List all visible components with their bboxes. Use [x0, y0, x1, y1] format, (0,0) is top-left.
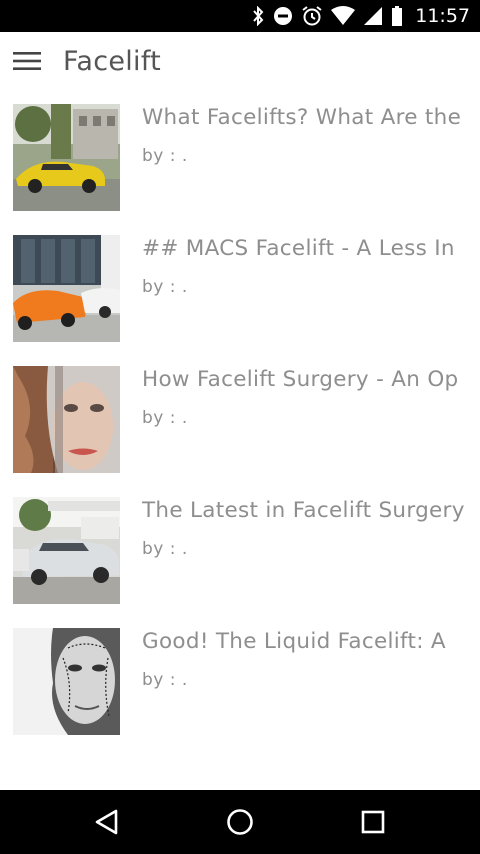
alarm-icon — [301, 5, 323, 27]
page-title: Facelift — [63, 45, 162, 77]
wifi-icon — [331, 6, 356, 26]
system-nav-bar — [0, 790, 480, 854]
list-item[interactable]: What Facelifts? What Are the by : . — [0, 90, 480, 221]
list-item[interactable]: Good! The Liquid Facelift: A by : . — [0, 614, 480, 745]
status-time: 11:57 — [415, 5, 470, 27]
article-title: The Latest in Facelift Surgery — [142, 498, 465, 523]
article-byline: by : . — [142, 277, 188, 297]
article-thumbnail — [13, 628, 120, 735]
article-byline: by : . — [142, 408, 188, 428]
do-not-disturb-icon — [273, 6, 293, 26]
article-byline: by : . — [142, 539, 188, 559]
list-item[interactable]: How Facelift Surgery - An Op by : . — [0, 352, 480, 483]
home-icon[interactable] — [210, 792, 270, 852]
article-thumbnail — [13, 497, 120, 604]
article-byline: by : . — [142, 146, 188, 166]
status-bar: 11:57 — [0, 0, 480, 32]
article-thumbnail — [13, 104, 120, 211]
cell-signal-icon — [363, 6, 383, 26]
article-thumbnail — [13, 366, 120, 473]
recents-icon[interactable] — [343, 792, 403, 852]
battery-icon — [391, 6, 403, 26]
app-toolbar: Facelift — [0, 32, 480, 90]
article-title: What Facelifts? What Are the — [142, 105, 462, 130]
hamburger-menu-icon[interactable] — [1, 32, 53, 90]
list-item[interactable]: The Latest in Facelift Surgery by : . — [0, 483, 480, 614]
list-item[interactable]: ## MACS Facelift - A Less In by : . — [0, 221, 480, 352]
back-icon[interactable] — [77, 792, 137, 852]
article-byline: by : . — [142, 670, 188, 690]
article-title: ## MACS Facelift - A Less In — [142, 236, 455, 261]
bluetooth-icon — [251, 6, 265, 26]
article-thumbnail — [13, 235, 120, 342]
article-title: Good! The Liquid Facelift: A — [142, 629, 446, 654]
article-title: How Facelift Surgery - An Op — [142, 367, 459, 392]
